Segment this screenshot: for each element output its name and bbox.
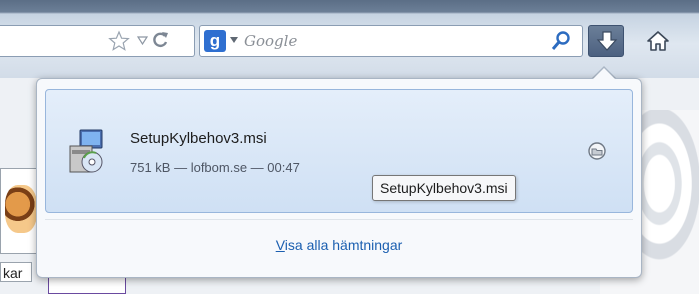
file-name-tooltip: SetupKylbehov3.msi [372, 175, 516, 201]
reload-icon[interactable] [150, 30, 170, 50]
search-placeholder[interactable]: Google [244, 32, 297, 50]
bookmark-star-icon[interactable] [108, 30, 130, 52]
downloads-button[interactable] [588, 25, 624, 57]
magnifier-icon[interactable] [550, 30, 572, 52]
show-all-accesskey: V [275, 237, 285, 253]
download-file-name: SetupKylbehov3.msi [130, 130, 267, 147]
download-arrow-icon [596, 31, 618, 51]
home-icon[interactable] [646, 29, 670, 53]
show-all-label: isa alla hämtningar [284, 237, 403, 253]
download-status: 751 kB — lofbom.se — 00:47 [130, 160, 300, 175]
show-all-downloads-link[interactable]: Visa alla hämtningar [37, 237, 641, 253]
panel-arrow [593, 68, 615, 79]
download-item[interactable]: SetupKylbehov3.msi 751 kB — lofbom.se — … [45, 89, 633, 213]
page-partial-text: kar [0, 262, 32, 282]
msi-installer-icon [69, 129, 103, 173]
history-dropdown-icon[interactable] [137, 36, 148, 45]
open-folder-icon[interactable] [587, 141, 607, 161]
google-engine-icon[interactable]: g [204, 30, 226, 52]
search-bar[interactable]: g Google [199, 25, 583, 57]
engine-dropdown-icon[interactable] [230, 37, 238, 43]
downloads-panel: SetupKylbehov3.msi 751 kB — lofbom.se — … [36, 78, 642, 278]
panel-separator [45, 219, 633, 220]
